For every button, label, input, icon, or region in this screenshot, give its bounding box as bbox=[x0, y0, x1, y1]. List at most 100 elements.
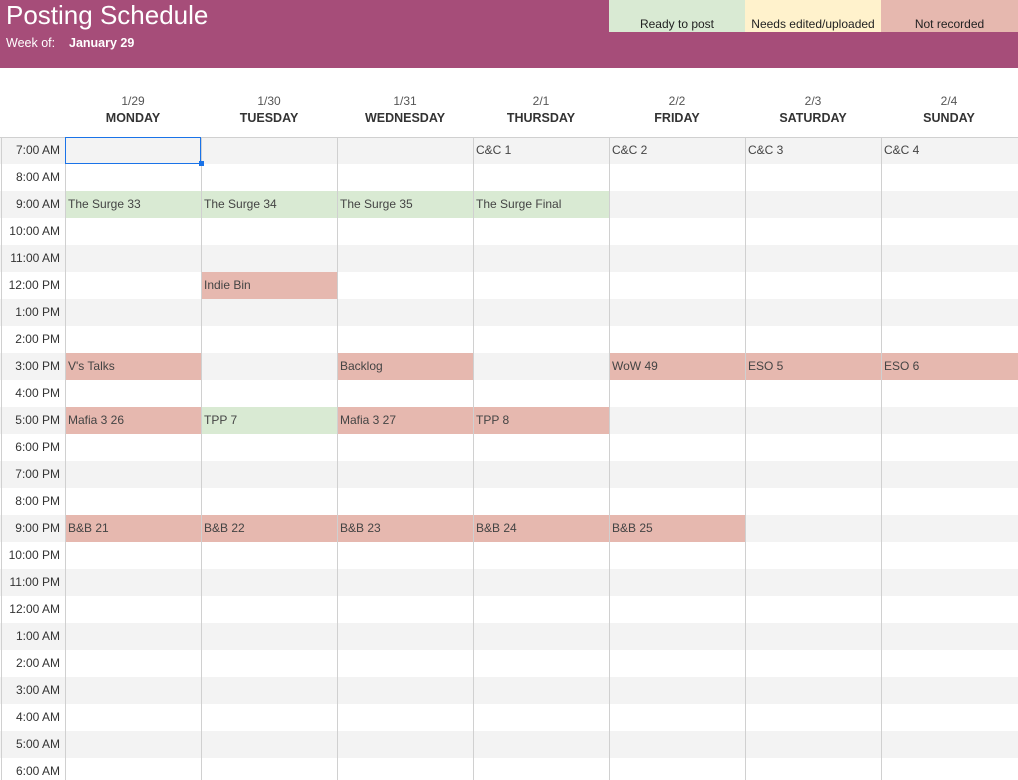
schedule-cell[interactable] bbox=[201, 731, 337, 758]
schedule-cell[interactable] bbox=[65, 542, 201, 569]
schedule-cell[interactable] bbox=[745, 677, 881, 704]
schedule-cell[interactable] bbox=[337, 245, 473, 272]
schedule-cell[interactable] bbox=[473, 569, 609, 596]
schedule-entry[interactable]: TPP 8 bbox=[473, 407, 609, 434]
schedule-entry[interactable]: Mafia 3 27 bbox=[337, 407, 473, 434]
schedule-cell[interactable] bbox=[337, 137, 473, 164]
schedule-cell[interactable] bbox=[609, 731, 745, 758]
schedule-cell[interactable] bbox=[337, 272, 473, 299]
schedule-cell[interactable] bbox=[881, 758, 1018, 780]
schedule-cell[interactable] bbox=[201, 596, 337, 623]
schedule-cell[interactable] bbox=[473, 461, 609, 488]
schedule-entry[interactable]: B&B 21 bbox=[65, 515, 201, 542]
legend-needs-edited[interactable]: Needs edited/uploaded bbox=[745, 0, 881, 32]
schedule-entry[interactable]: The Surge 33 bbox=[65, 191, 201, 218]
schedule-cell[interactable] bbox=[609, 677, 745, 704]
schedule-cell[interactable] bbox=[201, 650, 337, 677]
schedule-cell[interactable] bbox=[609, 407, 745, 434]
schedule-cell[interactable] bbox=[609, 245, 745, 272]
schedule-cell[interactable] bbox=[881, 731, 1018, 758]
schedule-cell[interactable] bbox=[65, 380, 201, 407]
schedule-cell[interactable] bbox=[609, 650, 745, 677]
schedule-cell[interactable] bbox=[881, 218, 1018, 245]
schedule-cell[interactable] bbox=[65, 461, 201, 488]
schedule-cell[interactable] bbox=[881, 164, 1018, 191]
legend-ready[interactable]: Ready to post bbox=[609, 0, 745, 32]
schedule-cell[interactable] bbox=[473, 731, 609, 758]
schedule-cell[interactable] bbox=[745, 488, 881, 515]
schedule-cell[interactable] bbox=[609, 434, 745, 461]
schedule-cell[interactable] bbox=[745, 731, 881, 758]
schedule-cell[interactable] bbox=[745, 245, 881, 272]
schedule-cell[interactable] bbox=[337, 164, 473, 191]
schedule-cell[interactable] bbox=[201, 245, 337, 272]
schedule-cell[interactable] bbox=[473, 758, 609, 780]
schedule-cell[interactable] bbox=[745, 650, 881, 677]
schedule-entry[interactable]: The Surge Final bbox=[473, 191, 609, 218]
schedule-cell[interactable] bbox=[881, 650, 1018, 677]
schedule-cell[interactable] bbox=[201, 461, 337, 488]
schedule-cell[interactable] bbox=[745, 569, 881, 596]
schedule-cell[interactable] bbox=[609, 218, 745, 245]
schedule-cell[interactable] bbox=[473, 299, 609, 326]
schedule-entry[interactable]: C&C 2 bbox=[609, 137, 745, 164]
schedule-cell[interactable] bbox=[65, 569, 201, 596]
schedule-cell[interactable] bbox=[201, 164, 337, 191]
schedule-cell[interactable] bbox=[745, 542, 881, 569]
schedule-cell[interactable] bbox=[745, 461, 881, 488]
schedule-cell[interactable] bbox=[65, 623, 201, 650]
schedule-cell[interactable] bbox=[609, 623, 745, 650]
schedule-cell[interactable] bbox=[473, 623, 609, 650]
schedule-cell[interactable] bbox=[881, 245, 1018, 272]
schedule-entry[interactable]: ESO 5 bbox=[745, 353, 881, 380]
schedule-cell[interactable] bbox=[881, 596, 1018, 623]
schedule-cell[interactable] bbox=[337, 704, 473, 731]
week-of-value[interactable]: January 29 bbox=[69, 35, 134, 51]
schedule-cell[interactable] bbox=[609, 164, 745, 191]
schedule-cell[interactable] bbox=[65, 650, 201, 677]
schedule-cell[interactable] bbox=[201, 542, 337, 569]
schedule-cell[interactable] bbox=[201, 569, 337, 596]
schedule-entry[interactable]: C&C 4 bbox=[881, 137, 1018, 164]
schedule-entry[interactable]: TPP 7 bbox=[201, 407, 337, 434]
schedule-cell[interactable] bbox=[473, 704, 609, 731]
schedule-cell[interactable] bbox=[609, 542, 745, 569]
schedule-cell[interactable] bbox=[201, 353, 337, 380]
schedule-cell[interactable] bbox=[201, 380, 337, 407]
schedule-cell[interactable] bbox=[745, 272, 881, 299]
schedule-cell[interactable] bbox=[473, 677, 609, 704]
schedule-cell[interactable] bbox=[65, 704, 201, 731]
schedule-cell[interactable] bbox=[473, 164, 609, 191]
schedule-cell[interactable] bbox=[609, 704, 745, 731]
schedule-cell[interactable] bbox=[473, 218, 609, 245]
schedule-cell[interactable] bbox=[473, 434, 609, 461]
schedule-cell[interactable] bbox=[881, 623, 1018, 650]
schedule-cell[interactable] bbox=[745, 407, 881, 434]
schedule-cell[interactable] bbox=[473, 488, 609, 515]
schedule-cell[interactable] bbox=[65, 218, 201, 245]
schedule-cell[interactable] bbox=[609, 380, 745, 407]
schedule-cell[interactable] bbox=[473, 650, 609, 677]
schedule-cell[interactable] bbox=[201, 488, 337, 515]
schedule-cell[interactable] bbox=[881, 461, 1018, 488]
schedule-cell[interactable] bbox=[881, 434, 1018, 461]
schedule-entry[interactable]: B&B 24 bbox=[473, 515, 609, 542]
schedule-entry[interactable]: ESO 6 bbox=[881, 353, 1018, 380]
schedule-cell[interactable] bbox=[473, 272, 609, 299]
schedule-cell[interactable] bbox=[609, 326, 745, 353]
schedule-cell[interactable] bbox=[881, 407, 1018, 434]
schedule-cell[interactable] bbox=[201, 326, 337, 353]
schedule-cell[interactable] bbox=[881, 299, 1018, 326]
schedule-cell[interactable] bbox=[745, 218, 881, 245]
schedule-cell[interactable] bbox=[745, 326, 881, 353]
schedule-cell[interactable] bbox=[337, 299, 473, 326]
schedule-cell[interactable] bbox=[65, 488, 201, 515]
schedule-cell[interactable] bbox=[201, 299, 337, 326]
schedule-entry[interactable]: The Surge 34 bbox=[201, 191, 337, 218]
schedule-cell[interactable] bbox=[201, 218, 337, 245]
schedule-cell[interactable] bbox=[609, 488, 745, 515]
schedule-cell[interactable] bbox=[65, 245, 201, 272]
schedule-cell[interactable] bbox=[337, 488, 473, 515]
schedule-cell[interactable] bbox=[337, 596, 473, 623]
schedule-cell[interactable] bbox=[201, 704, 337, 731]
